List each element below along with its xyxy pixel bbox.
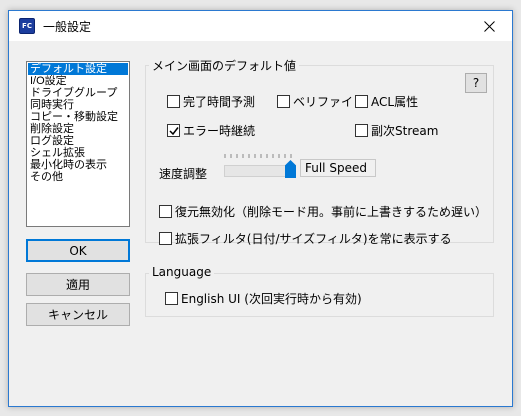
settings-dialog: FC 一般設定 デフォルト設定 I/O設定 ドライブグループ 同時実行 コピー・… [8, 10, 513, 407]
category-item[interactable]: シェル拡張 [28, 147, 128, 159]
checkbox-box [159, 232, 172, 245]
ok-button[interactable]: OK [26, 239, 130, 262]
checkbox-label: English UI (次回実行時から有効) [181, 292, 362, 306]
category-item[interactable]: 削除設定 [28, 123, 128, 135]
speed-value: Full Speed [300, 159, 376, 177]
defaults-group-label: メイン画面のデフォルト値 [149, 57, 300, 74]
checkbox-box [277, 95, 290, 108]
category-item[interactable]: ドライブグループ [28, 87, 128, 99]
help-button[interactable]: ? [465, 73, 487, 93]
acl-checkbox[interactable]: ACL属性 [355, 93, 418, 110]
category-list[interactable]: デフォルト設定 I/O設定 ドライブグループ 同時実行 コピー・移動設定 削除設… [26, 61, 130, 227]
cancel-button[interactable]: キャンセル [26, 303, 130, 326]
continue-on-error-checkbox[interactable]: エラー時継続 [167, 122, 255, 139]
eta-checkbox[interactable]: 完了時間予測 [167, 93, 255, 110]
alt-stream-checkbox[interactable]: 副次Stream [355, 122, 438, 139]
checkbox-box [165, 292, 178, 305]
checkbox-label: 復元無効化（削除モード用。事前に上書きするため遅い） [175, 205, 488, 219]
close-button[interactable] [466, 11, 512, 41]
app-icon: FC [19, 18, 35, 34]
checkbox-box [167, 95, 180, 108]
speed-slider[interactable] [224, 151, 296, 179]
category-item[interactable]: 同時実行 [28, 99, 128, 111]
verify-checkbox[interactable]: ベリファイ [277, 93, 353, 110]
checkbox-box [355, 95, 368, 108]
slider-ticks [224, 154, 292, 158]
checkbox-label: 拡張フィルタ(日付/サイズフィルタ)を常に表示する [175, 232, 452, 246]
speed-label: 速度調整 [159, 167, 208, 181]
category-item[interactable]: I/O設定 [28, 75, 128, 87]
title-bar: FC 一般設定 [9, 11, 512, 41]
ext-filter-checkbox[interactable]: 拡張フィルタ(日付/サイズフィルタ)を常に表示する [159, 230, 452, 247]
checkbox-label: 副次Stream [371, 124, 439, 138]
checkmark-icon [168, 126, 179, 135]
checkbox-label: エラー時継続 [183, 124, 256, 138]
apply-button[interactable]: 適用 [26, 273, 130, 296]
checkbox-label: ACL属性 [371, 95, 419, 109]
slider-thumb[interactable] [285, 160, 296, 178]
language-group-label: Language [149, 265, 215, 279]
window-title: 一般設定 [43, 20, 92, 34]
category-item[interactable]: デフォルト設定 [27, 62, 129, 76]
disable-restore-checkbox[interactable]: 復元無効化（削除モード用。事前に上書きするため遅い） [159, 203, 487, 220]
checkbox-box [355, 124, 368, 137]
checkbox-label: 完了時間予測 [183, 95, 256, 109]
category-item[interactable]: 最小化時の表示 [28, 159, 128, 171]
checkbox-box [159, 205, 172, 218]
category-item[interactable]: コピー・移動設定 [28, 111, 128, 123]
close-icon [483, 20, 495, 32]
checkbox-box [167, 124, 180, 137]
english-ui-checkbox[interactable]: English UI (次回実行時から有効) [165, 290, 362, 307]
checkbox-label: ベリファイ [293, 95, 354, 109]
category-item[interactable]: ログ設定 [28, 135, 128, 147]
category-item[interactable]: その他 [28, 171, 128, 183]
